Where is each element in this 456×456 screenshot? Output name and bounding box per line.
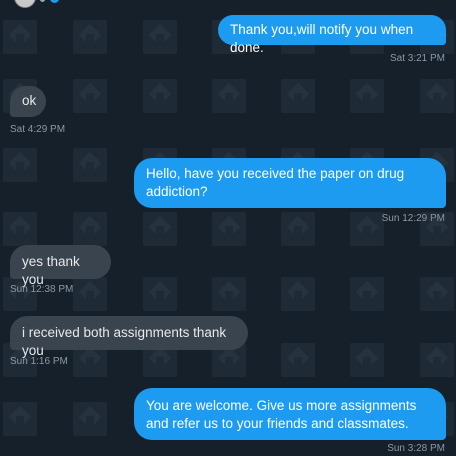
pattern-tile (73, 20, 107, 54)
pattern-tile (212, 212, 246, 246)
message-text: Hello, have you received the paper on dr… (134, 158, 446, 208)
message-timestamp: Sat 3:21 PM (389, 53, 445, 64)
message-timestamp: Sun 1:16 PM (10, 356, 68, 367)
message-timestamp: Sun 12:38 PM (10, 284, 74, 295)
message-text: yes thank you (10, 245, 111, 287)
pattern-tile (143, 212, 177, 246)
pattern-tile (350, 277, 384, 311)
pattern-tile (212, 79, 246, 113)
pattern-tile (420, 343, 454, 377)
pattern-tile (143, 20, 177, 54)
message-text: i received both assignments thank you (10, 316, 248, 358)
pattern-tile (3, 20, 37, 54)
pattern-tile (420, 79, 454, 113)
pattern-tile (212, 277, 246, 311)
pattern-tile (281, 212, 315, 246)
message-text: ok (10, 86, 46, 117)
pattern-tile (350, 212, 384, 246)
message-sent[interactable]: You are welcome. Give us more assignment… (134, 388, 446, 440)
pattern-tile (3, 212, 37, 246)
pattern-tile (281, 79, 315, 113)
message-timestamp: Sat 4:29 PM (10, 124, 66, 135)
pattern-tile (3, 148, 37, 182)
message-text: You are welcome. Give us more assignment… (134, 388, 446, 440)
pattern-tile (73, 212, 107, 246)
message-timestamp: Sun 3:28 PM (387, 443, 445, 454)
pattern-tile (350, 79, 384, 113)
message-sent[interactable]: Thank you,will notify you when done. (218, 15, 446, 57)
message-received[interactable]: ok (10, 86, 46, 117)
message-text: Thank you,will notify you when done. (218, 15, 446, 55)
pattern-tile (420, 277, 454, 311)
pattern-tile (281, 277, 315, 311)
message-timestamp: Sun 12:29 PM (381, 213, 445, 224)
pattern-tile (3, 402, 37, 436)
pattern-tile (143, 79, 177, 113)
message-sent[interactable]: Hello, have you received the paper on dr… (134, 158, 446, 208)
pattern-tile (281, 343, 315, 377)
pattern-tile (73, 148, 107, 182)
message-received[interactable]: i received both assignments thank you (10, 316, 248, 360)
pattern-tile (73, 79, 107, 113)
message-received[interactable]: yes thank you (10, 245, 111, 289)
pattern-tile (73, 402, 107, 436)
pattern-tile (350, 343, 384, 377)
pattern-tile (143, 277, 177, 311)
